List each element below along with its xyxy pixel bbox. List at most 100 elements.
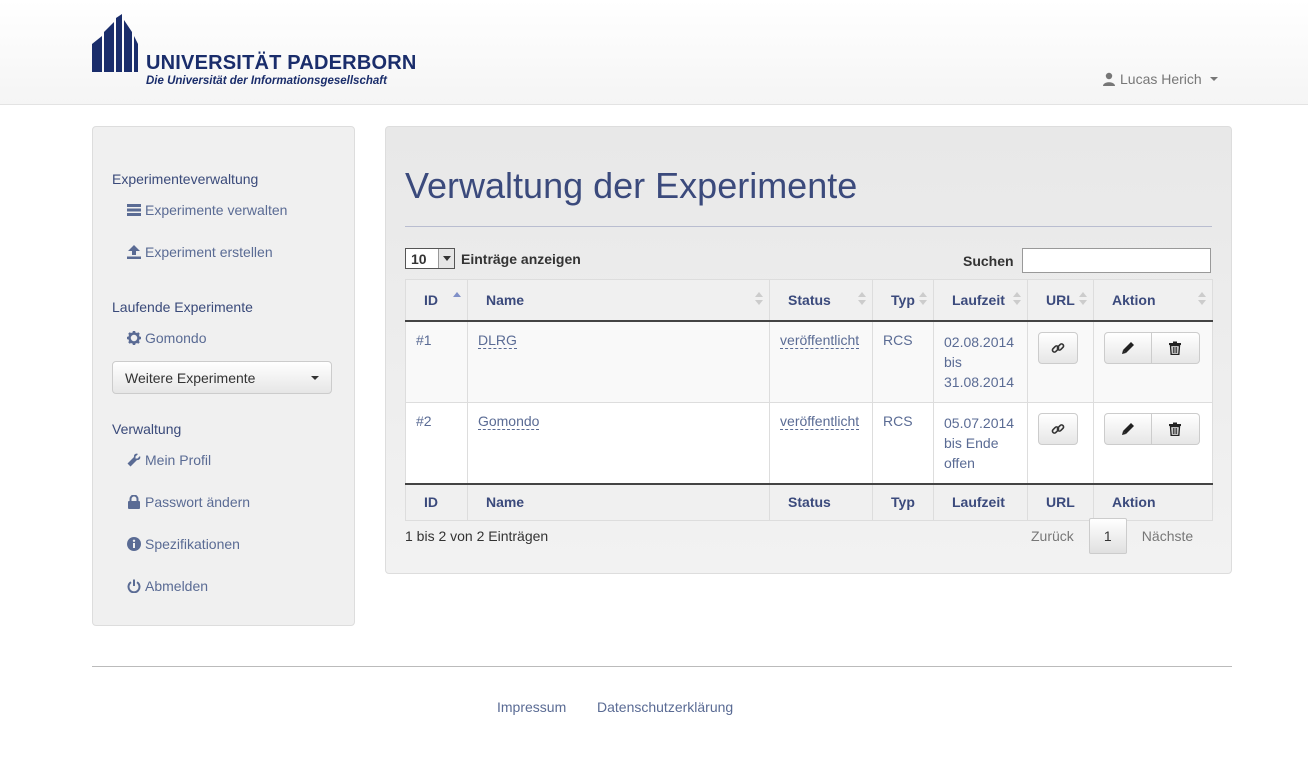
sidebar-item-label: Experimente verwalten [145,202,288,218]
cell-url [1026,320,1094,403]
sidebar-item-gomondo[interactable]: Gomondo [127,330,206,346]
column-header-laufzeit[interactable]: Laufzeit [933,279,1028,322]
footer-header-url: URL [1026,482,1094,521]
status-link[interactable]: veröffentlicht [780,412,860,430]
chevron-down-icon [1209,77,1218,81]
sidebar-heading-experimenteverwaltung: Experimenteverwaltung [112,171,259,187]
table-search-control: Suchen [963,248,1211,273]
edit-button[interactable] [1103,412,1152,445]
footer-link-datenschutz[interactable]: Datenschutzerklärung [597,699,733,715]
dropdown-label: Weitere Experimente [125,369,256,386]
cell-aktion [1092,401,1214,484]
experiment-name-link[interactable]: Gomondo [477,412,540,430]
experiment-name-link[interactable]: DLRG [477,331,517,349]
user-menu[interactable]: Lucas Herich [1102,71,1218,87]
search-input[interactable] [1021,248,1211,273]
edit-button[interactable] [1103,331,1152,364]
column-header-status[interactable]: Status [769,279,874,322]
table-header-row: ID Name Status Typ Laufzeit URL Aktion [405,279,1214,322]
top-header: UNIVERSITÄT PADERBORN Die Universität de… [0,0,1308,105]
link-icon [1051,342,1065,353]
sidebar-item-passwort-aendern[interactable]: Passwort ändern [127,494,250,510]
sort-icon [919,292,927,305]
main-panel: Verwaltung der Experimente 10 Einträge a… [385,126,1232,574]
trash-icon [1169,341,1182,355]
action-button-group [1103,412,1200,445]
delete-button[interactable] [1151,412,1200,445]
sidebar-item-experimente-verwalten[interactable]: Experimente verwalten [127,202,287,218]
table-row: #1 DLRG veröffentlicht RCS 02.08.2014 bi… [405,320,1214,403]
column-header-typ[interactable]: Typ [872,279,934,322]
trash-icon [1169,422,1182,436]
cell-name: DLRG [466,320,771,403]
weitere-experimente-dropdown[interactable]: Weitere Experimente [112,361,332,394]
lock-icon [128,495,140,509]
sidebar-heading-laufende-experimente: Laufende Experimente [112,299,253,315]
footer-link-impressum[interactable]: Impressum [497,699,566,715]
column-header-aktion[interactable]: Aktion [1092,279,1214,322]
logo-title: UNIVERSITÄT PADERBORN [146,52,417,74]
cell-id: #1 [405,320,468,403]
cell-aktion [1092,320,1214,403]
user-icon [1103,72,1115,86]
cell-id: #2 [405,401,468,484]
link-button[interactable] [1037,412,1078,445]
pagination-next[interactable]: Nächste [1127,518,1208,554]
sort-icon [755,292,764,305]
cell-laufzeit: 05.07.2014 bis Ende offen [933,401,1028,484]
info-icon [127,537,141,551]
pencil-icon [1121,422,1134,435]
action-button-group [1103,331,1200,364]
laufzeit-line: 31.08.2014 [944,373,1015,390]
laufzeit-line: bis [944,353,962,370]
sort-icon [1078,292,1087,305]
search-label: Suchen [963,252,1014,269]
sort-asc-icon [452,292,461,297]
column-header-url[interactable]: URL [1026,279,1094,322]
sidebar-item-mein-profil[interactable]: Mein Profil [127,452,211,468]
entries-length-control: 10 Einträge anzeigen [405,248,581,269]
sidebar-item-abmelden[interactable]: Abmelden [127,578,208,594]
cell-name: Gomondo [466,401,771,484]
pagination-prev[interactable]: Zurück [1016,518,1089,554]
wrench-icon [127,453,141,467]
status-link[interactable]: veröffentlicht [780,331,860,349]
cell-typ: RCS [872,320,934,403]
gear-icon [127,331,141,345]
sidebar-item-experiment-erstellen[interactable]: Experiment erstellen [127,244,273,260]
cell-url [1026,401,1094,484]
footer-header-status: Status [769,482,874,521]
sidebar-item-label: Abmelden [145,578,209,594]
cell-status: veröffentlicht [769,320,874,403]
sidebar-item-label: Experiment erstellen [145,244,273,260]
footer-header-name: Name [466,482,771,521]
link-button[interactable] [1037,331,1078,364]
sidebar-item-label: Gomondo [145,330,207,346]
title-divider [405,226,1212,227]
footer-header-aktion: Aktion [1092,482,1214,521]
cell-status: veröffentlicht [769,401,874,484]
footer-header-laufzeit: Laufzeit [933,482,1028,521]
experiments-table: ID Name Status Typ Laufzeit URL Aktion #… [405,279,1214,521]
sidebar-item-label: Spezifikationen [145,536,240,552]
entries-length-select[interactable]: 10 [405,248,455,269]
table-footer-row: ID Name Status Typ Laufzeit URL Aktion [405,482,1214,521]
entries-length-value: 10 [411,250,427,267]
link-icon [1051,423,1065,434]
sidebar-heading-verwaltung: Verwaltung [112,421,182,437]
sidebar-item-spezifikationen[interactable]: Spezifikationen [127,536,240,552]
delete-button[interactable] [1151,331,1200,364]
pagination-page-current[interactable]: 1 [1088,518,1127,554]
column-header-id[interactable]: ID [405,279,468,322]
cell-typ: RCS [872,401,934,484]
laufzeit-line: 02.08.2014 [944,333,1015,350]
power-icon [127,579,141,593]
footer-header-id: ID [405,482,468,521]
column-header-name[interactable]: Name [466,279,771,322]
laufzeit-line: bis Ende [944,434,999,451]
sidebar: Experimenteverwaltung Experimente verwal… [92,126,355,626]
footer-header-typ: Typ [872,482,934,521]
table-row: #2 Gomondo veröffentlicht RCS 05.07.2014… [405,401,1214,484]
university-logo[interactable]: UNIVERSITÄT PADERBORN Die Universität de… [92,14,416,94]
sidebar-item-label: Passwort ändern [145,494,251,510]
